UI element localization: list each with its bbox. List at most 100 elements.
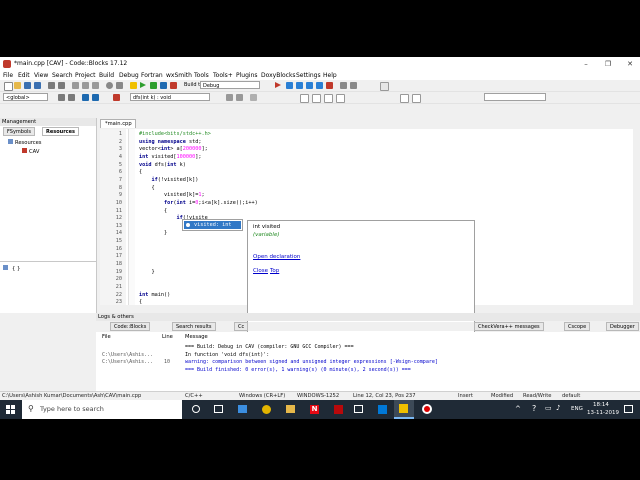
tree-item-cav[interactable]: CAV <box>22 148 39 155</box>
battery-icon[interactable]: ▭ <box>545 404 552 412</box>
log-row[interactable]: === Build: Debug in CAV (compiler: GNU G… <box>96 344 640 351</box>
tab-cscope[interactable]: Cscope <box>564 322 591 331</box>
bookmark-icon[interactable] <box>113 94 120 101</box>
menu-edit[interactable]: Edit <box>18 72 30 79</box>
menu-wxsmith[interactable]: wxSmith <box>166 72 192 79</box>
tab-cc[interactable]: Cc <box>234 322 249 331</box>
form-icon-f[interactable] <box>412 94 421 103</box>
clock-date[interactable]: 13-11-2019 <box>587 410 619 416</box>
clock-time[interactable]: 18:14 <box>593 402 609 408</box>
tree-item-resources[interactable]: Resources <box>8 139 42 146</box>
menu-view[interactable]: View <box>34 72 48 79</box>
minimize-icon[interactable]: – <box>580 59 592 69</box>
debug-icon[interactable] <box>275 82 281 88</box>
codeblocks-taskbar-button[interactable] <box>394 400 414 419</box>
find-icon[interactable] <box>106 82 113 89</box>
menu-file[interactable]: File <box>3 72 13 79</box>
redo-icon[interactable] <box>58 82 65 89</box>
language-indicator[interactable]: ENG <box>571 406 583 412</box>
nav-next-icon[interactable] <box>236 94 243 101</box>
close-icon[interactable]: ✕ <box>624 59 636 69</box>
step-out-icon[interactable] <box>306 82 313 89</box>
uncomment-icon[interactable] <box>68 94 75 101</box>
menu-build[interactable]: Build <box>99 72 114 79</box>
code-line[interactable]: int main() <box>139 292 170 298</box>
jump-back-icon[interactable] <box>82 94 89 101</box>
code-line[interactable]: int visited[100000]; <box>139 154 201 160</box>
undo-icon[interactable] <box>48 82 55 89</box>
tab-codeblocks-log[interactable]: Code::Blocks <box>110 322 151 331</box>
code-line[interactable]: if(!visited[k]) <box>139 177 199 183</box>
menu-plugins[interactable]: Plugins <box>236 72 258 79</box>
edge-icon[interactable] <box>238 405 247 413</box>
replace-icon[interactable] <box>116 82 123 89</box>
form-icon-d[interactable] <box>336 94 345 103</box>
rebuild-icon[interactable] <box>160 82 167 89</box>
debug-windows-icon[interactable] <box>340 82 347 89</box>
symbols-item[interactable]: { } <box>3 265 20 272</box>
next-instruction-icon[interactable] <box>316 82 323 89</box>
log-row[interactable]: C:\Users\Ashis... 10 warning: comparison b… <box>96 359 640 366</box>
search-combo[interactable] <box>484 93 546 101</box>
cortana-icon[interactable] <box>192 405 200 413</box>
tab-fsymbols[interactable]: FSymbols <box>3 127 36 136</box>
stop-debug-icon[interactable] <box>326 82 333 89</box>
top-link[interactable]: Top <box>270 268 279 274</box>
build-icon[interactable] <box>130 82 137 89</box>
menu-doxyblocks[interactable]: DoxyBlocks <box>261 72 296 79</box>
recorder-icon[interactable] <box>422 404 432 414</box>
menu-tools[interactable]: Tools <box>194 72 209 79</box>
tab-resources[interactable]: Resources <box>42 127 80 136</box>
new-file-icon[interactable] <box>4 82 13 91</box>
task-view-icon[interactable] <box>214 405 223 413</box>
step-into-icon[interactable] <box>286 82 293 89</box>
menu-debug[interactable]: Debug <box>119 72 139 79</box>
code-line[interactable]: vector<int> a[200000]; <box>139 146 208 152</box>
form-icon-b[interactable] <box>312 94 321 103</box>
save-all-icon[interactable] <box>34 82 41 89</box>
abort-icon[interactable] <box>170 82 177 89</box>
form-icon-a[interactable] <box>300 94 309 103</box>
tab-checkvera[interactable]: CheckVera++ messages <box>474 322 544 331</box>
step-over-icon[interactable] <box>296 82 303 89</box>
code-line[interactable]: visited[k]=1; <box>139 192 205 198</box>
nav-prev-icon[interactable] <box>226 94 233 101</box>
notifications-icon[interactable] <box>624 405 633 413</box>
form-icon-e[interactable] <box>400 94 409 103</box>
code-line[interactable]: { <box>139 169 142 175</box>
menu-search[interactable]: Search <box>52 72 73 79</box>
tab-search-results[interactable]: Search results <box>172 322 216 331</box>
file-explorer-icon[interactable] <box>286 405 295 413</box>
various-info-icon[interactable] <box>350 82 357 89</box>
volume-icon[interactable]: ♪ <box>556 404 560 412</box>
start-icon[interactable] <box>6 405 15 414</box>
code-line[interactable]: void dfs(int k) <box>139 162 186 168</box>
close-link[interactable]: Close <box>253 268 268 274</box>
code-line[interactable]: } <box>139 230 167 236</box>
menu-settings[interactable]: Settings <box>296 72 321 79</box>
help-icon[interactable]: ? <box>532 404 536 413</box>
menu-fortran[interactable]: Fortran <box>141 72 163 79</box>
scope-select[interactable]: <global> <box>3 93 48 101</box>
video-icon[interactable] <box>334 405 343 414</box>
save-icon[interactable] <box>24 82 31 89</box>
build-target-select[interactable]: Debug <box>200 81 260 89</box>
autocomplete-item[interactable]: visited: int <box>184 221 241 229</box>
code-line[interactable]: } <box>139 269 154 275</box>
function-select[interactable]: dfs(int k) : void <box>130 93 210 101</box>
code-line[interactable]: { <box>139 208 167 214</box>
editor-scrollbar[interactable] <box>633 129 640 305</box>
maximize-icon[interactable]: ❐ <box>602 59 614 69</box>
highlight-icon[interactable] <box>250 94 257 101</box>
code-line[interactable]: #include<bits/stdc++.h> <box>139 131 211 137</box>
menu-project[interactable]: Project <box>75 72 96 79</box>
chrome-icon[interactable] <box>262 405 271 414</box>
code-line[interactable]: { <box>139 299 142 305</box>
paste-icon[interactable] <box>92 82 99 89</box>
taskbar-search-box[interactable]: ⚲ Type here to search <box>22 400 182 419</box>
code-line[interactable]: for(int i=0;i<a[k].size();i++) <box>139 200 258 206</box>
code-line[interactable]: { <box>139 185 154 191</box>
log-row[interactable]: === Build finished: 0 error(s), 1 warnin… <box>96 367 640 374</box>
system-tray-chevron-icon[interactable]: ^ <box>515 405 521 413</box>
comment-icon[interactable] <box>58 94 65 101</box>
